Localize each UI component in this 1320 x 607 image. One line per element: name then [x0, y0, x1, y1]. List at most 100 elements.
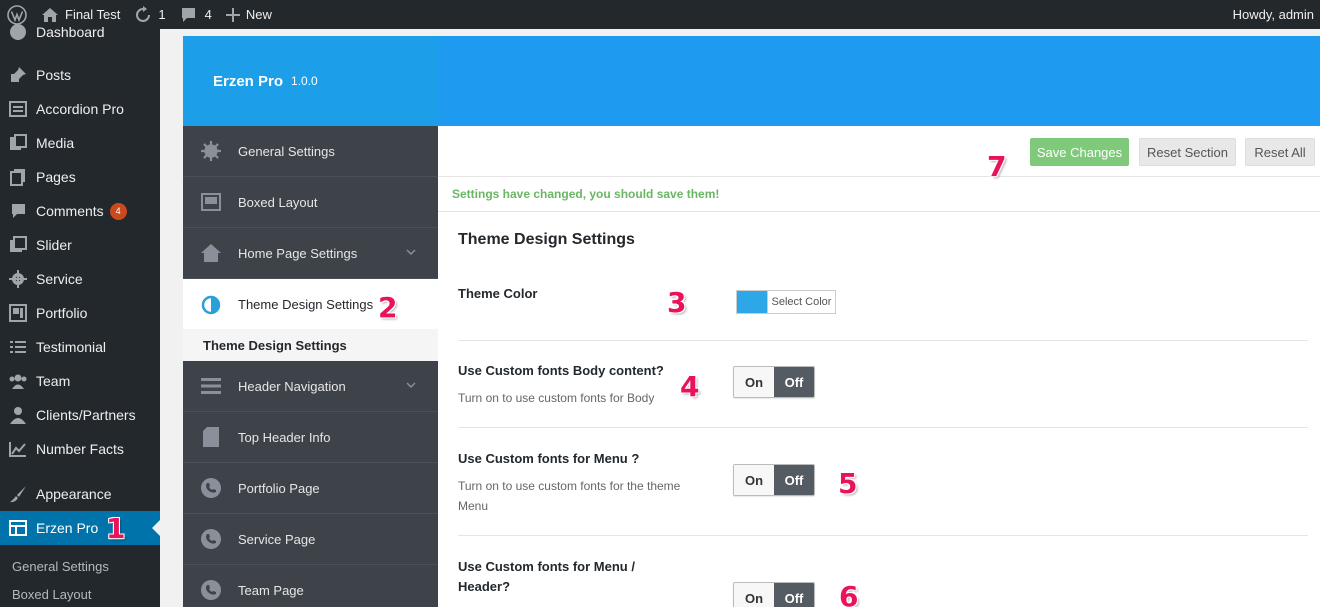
- nav-label: Header Navigation: [238, 378, 346, 394]
- header-fonts-label: Use Custom fonts for Menu / Header?: [458, 559, 635, 594]
- submenu-boxed-layout[interactable]: Boxed Layout: [12, 587, 92, 602]
- menu-label: Slider: [36, 237, 72, 253]
- list-icon: [9, 101, 27, 117]
- menu-label: Testimonial: [36, 339, 107, 355]
- table-icon: [9, 520, 27, 536]
- nav-team-page[interactable]: Team Page: [183, 565, 438, 607]
- annotation-2: 2: [378, 291, 398, 324]
- phone-icon: [200, 478, 221, 498]
- new-content-link[interactable]: New: [219, 0, 279, 29]
- options-panel: Erzen Pro 1.0.0 General Settings Boxed L…: [183, 36, 1320, 607]
- menu-number-facts[interactable]: Number Facts: [0, 432, 160, 466]
- comments-count: 4: [204, 7, 212, 22]
- select-color-button[interactable]: Select Color: [767, 291, 835, 313]
- menu-erzen-pro[interactable]: Erzen Pro: [0, 511, 160, 545]
- switch-off[interactable]: Off: [774, 367, 814, 397]
- divider: [458, 535, 1308, 536]
- nav-label: Team Page: [238, 582, 304, 598]
- color-swatch: [737, 291, 767, 313]
- nav-label: Service Page: [238, 531, 316, 547]
- comments-badge: 4: [109, 202, 127, 220]
- menu-label: Pages: [36, 169, 76, 185]
- comment-icon: [11, 204, 25, 218]
- menu-dashboard[interactable]: Dashboard: [0, 15, 160, 49]
- gear-icon: [9, 270, 27, 288]
- menu-media[interactable]: Media: [0, 126, 160, 160]
- plus-icon: [225, 7, 240, 22]
- menu-label: Comments: [36, 203, 104, 219]
- nav-label: Portfolio Page: [238, 480, 320, 496]
- action-bar: Save Changes Reset Section Reset All: [438, 126, 1320, 177]
- menu-label: Erzen Pro: [36, 520, 99, 536]
- theme-color-label: Theme Color: [458, 286, 538, 301]
- annotation-3: 3: [667, 286, 687, 319]
- nav-label: General Settings: [238, 143, 335, 159]
- panel-main: Save Changes Reset Section Reset All Set…: [438, 126, 1320, 607]
- menu-fonts-desc: Turn on to use custom fonts for the them…: [458, 479, 681, 513]
- nav-portfolio-page[interactable]: Portfolio Page: [183, 463, 438, 514]
- menu-clients-partners[interactable]: Clients/Partners: [0, 398, 160, 432]
- nav-theme-design-settings[interactable]: Theme Design Settings: [183, 279, 438, 330]
- dashboard-icon: [10, 24, 26, 40]
- media-icon: [10, 134, 27, 150]
- annotation-6: 6: [839, 580, 859, 607]
- theme-color-picker[interactable]: Select Color: [736, 290, 836, 314]
- menu-comments[interactable]: Comments 4: [0, 194, 160, 228]
- annotation-5: 5: [838, 467, 858, 500]
- document-icon: [202, 427, 219, 447]
- nav-sub-theme-design-settings[interactable]: Theme Design Settings: [183, 329, 438, 361]
- menu-posts[interactable]: Posts: [0, 58, 160, 92]
- groups-icon: [9, 374, 27, 389]
- body-fonts-switch[interactable]: On Off: [733, 366, 815, 398]
- switch-on[interactable]: On: [734, 465, 774, 495]
- panel-brand: Erzen Pro 1.0.0: [183, 36, 438, 126]
- menu-accordion-pro[interactable]: Accordion Pro: [0, 92, 160, 126]
- nav-home-page-settings[interactable]: Home Page Settings: [183, 228, 438, 279]
- save-changes-button[interactable]: Save Changes: [1030, 138, 1129, 166]
- comments-link[interactable]: 4: [173, 0, 219, 29]
- menu-service[interactable]: Service: [0, 262, 160, 296]
- submenu-general-settings[interactable]: General Settings: [12, 559, 109, 574]
- nav-header-navigation[interactable]: Header Navigation: [183, 361, 438, 412]
- menu-testimonial[interactable]: Testimonial: [0, 330, 160, 364]
- menu-label: Appearance: [36, 486, 112, 502]
- header-fonts-switch[interactable]: On Off: [733, 582, 815, 607]
- gear-icon: [200, 141, 221, 161]
- layout-icon: [200, 193, 221, 211]
- annotation-7: 7: [987, 150, 1007, 183]
- annotation-1: 1: [106, 512, 126, 545]
- new-label: New: [245, 7, 272, 22]
- nav-service-page[interactable]: Service Page: [183, 514, 438, 565]
- menu-pages[interactable]: Pages: [0, 160, 160, 194]
- menu-label: Team: [36, 373, 71, 389]
- nav-top-header-info[interactable]: Top Header Info: [183, 412, 438, 463]
- nav-general-settings[interactable]: General Settings: [183, 126, 438, 177]
- switch-on[interactable]: On: [734, 583, 774, 607]
- panel-header: [438, 36, 1320, 126]
- menu-label: Service: [36, 271, 83, 287]
- switch-on[interactable]: On: [734, 367, 774, 397]
- comment-icon: [181, 7, 195, 22]
- section-title: Theme Design Settings: [458, 231, 635, 248]
- menu-team[interactable]: Team: [0, 364, 160, 398]
- reset-all-button[interactable]: Reset All: [1245, 138, 1315, 166]
- switch-off[interactable]: Off: [774, 465, 814, 495]
- menu-fonts-switch[interactable]: On Off: [733, 464, 815, 496]
- menu-appearance[interactable]: Appearance: [0, 477, 160, 511]
- menu-portfolio[interactable]: Portfolio: [0, 296, 160, 330]
- home-icon: [200, 244, 221, 262]
- body-fonts-desc: Turn on to use custom fonts for Body: [458, 391, 655, 405]
- contrast-icon: [201, 295, 220, 314]
- switch-off[interactable]: Off: [774, 583, 814, 607]
- account-link[interactable]: Howdy, admin: [1226, 0, 1320, 29]
- menu-label: Accordion Pro: [36, 101, 124, 117]
- reset-section-button[interactable]: Reset Section: [1139, 138, 1236, 166]
- menu-slider[interactable]: Slider: [0, 228, 160, 262]
- pages-icon: [10, 169, 25, 186]
- menu-label: Number Facts: [36, 441, 124, 457]
- chart-icon: [9, 442, 26, 457]
- nav-boxed-layout[interactable]: Boxed Layout: [183, 177, 438, 228]
- body-fonts-label: Use Custom fonts Body content?: [458, 363, 664, 378]
- nav-label: Theme Design Settings: [238, 297, 374, 312]
- pin-icon: [11, 67, 26, 82]
